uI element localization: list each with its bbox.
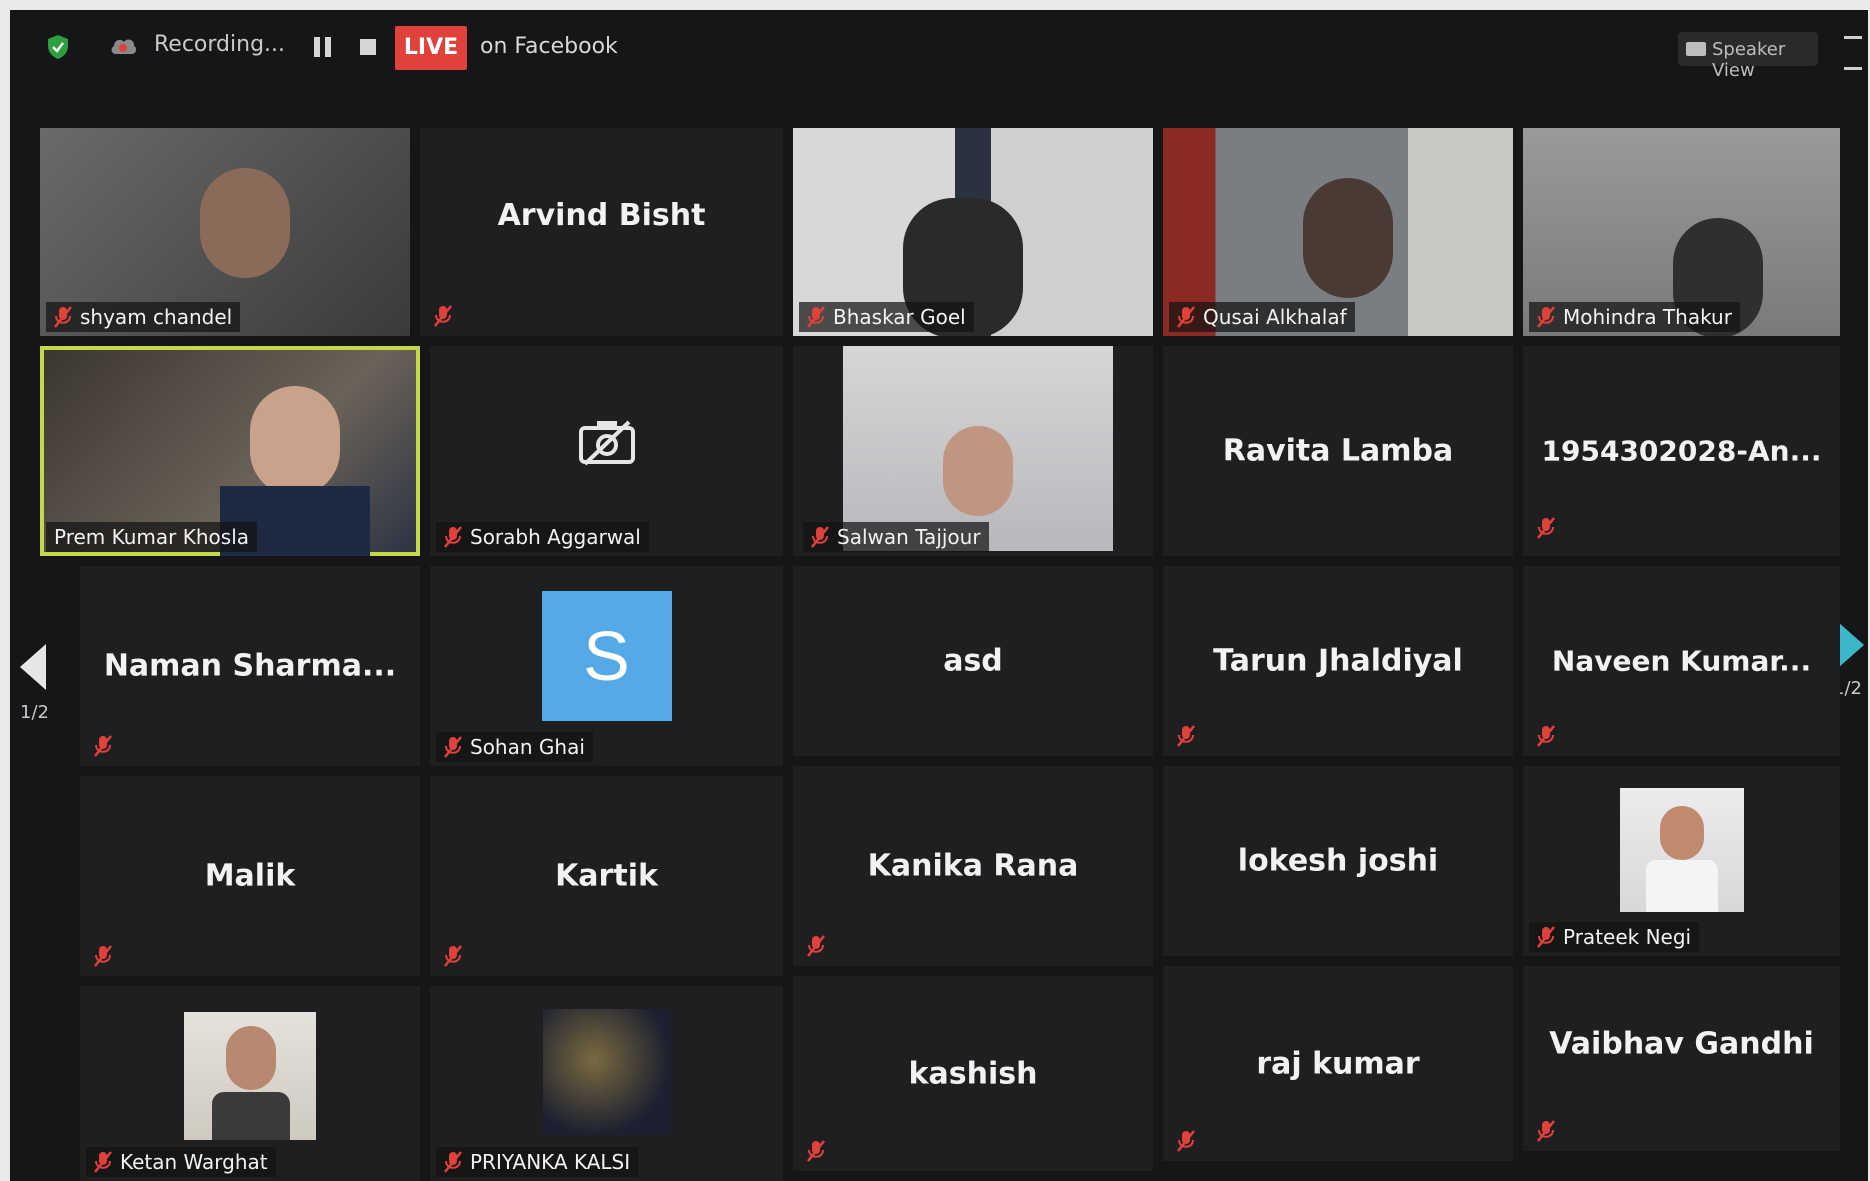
muted-mic-icon — [807, 934, 825, 958]
participant-name-label: Sohan Ghai — [436, 732, 593, 762]
participant-name: Naman Sharma... — [103, 648, 397, 684]
participant-name: Arvind Bisht — [497, 198, 706, 233]
participant-tile[interactable]: Vaibhav Gandhi — [1523, 966, 1840, 1151]
participant-name: 1954302028-An... — [1541, 434, 1822, 468]
participant-name-label: Qusai Alkhalaf — [1169, 302, 1355, 332]
participant-tile[interactable]: Malik — [80, 776, 420, 976]
participant-tile[interactable]: PRIYANKA KALSI — [430, 986, 783, 1181]
participant-tile[interactable]: Naman Sharma... — [80, 566, 420, 766]
muted-mic-icon — [1537, 305, 1555, 329]
participant-tile[interactable]: Arvind Bisht — [420, 128, 783, 336]
participant-tile[interactable]: Bhaskar Goel — [793, 128, 1153, 336]
muted-mic-icon — [444, 1150, 462, 1174]
participant-name-label: Bhaskar Goel — [799, 302, 974, 332]
recording-status: Recording... — [154, 32, 286, 57]
profile-picture — [184, 1011, 316, 1140]
participant-video — [843, 346, 1113, 551]
pause-recording-button[interactable] — [314, 37, 332, 57]
participant-name: raj kumar — [1256, 1046, 1420, 1081]
cloud-recording-icon — [111, 39, 137, 54]
participant-tile[interactable]: Tarun Jhaldiyal — [1163, 566, 1513, 756]
participant-tile[interactable]: Sorabh Aggarwal — [430, 346, 783, 556]
participant-name: lokesh joshi — [1237, 843, 1439, 879]
participant-tile[interactable]: Kanika Rana — [793, 766, 1153, 966]
participant-tile[interactable]: Naveen Kumar... — [1523, 566, 1840, 756]
muted-mic-icon — [807, 1139, 825, 1163]
participant-video — [250, 386, 340, 496]
muted-mic-icon — [444, 525, 462, 549]
live-destination: on Facebook — [480, 34, 618, 59]
participant-name: Kanika Rana — [867, 848, 1079, 884]
participant-name: Naveen Kumar... — [1551, 644, 1812, 678]
participant-name-label: PRIYANKA KALSI — [436, 1147, 639, 1177]
muted-mic-icon — [1537, 724, 1555, 748]
participant-tile[interactable]: shyam chandel — [40, 128, 410, 336]
video-icon — [1686, 42, 1706, 56]
participant-name: kashish — [908, 1056, 1038, 1091]
speaker-view-button[interactable]: Speaker View — [1678, 32, 1818, 81]
participant-name-label: Prem Kumar Khosla — [46, 522, 258, 552]
muted-mic-icon — [444, 944, 462, 968]
participant-name-label: shyam chandel — [46, 302, 241, 332]
muted-mic-icon — [1537, 516, 1555, 540]
stop-recording-button[interactable] — [360, 39, 376, 55]
live-badge[interactable]: LIVE — [395, 26, 467, 70]
gallery-view-grid: shyam chandel Arvind Bisht Bhaskar Goel … — [40, 128, 1840, 1181]
participant-tile-active-speaker[interactable]: Prem Kumar Khosla — [40, 346, 420, 556]
participant-video — [200, 168, 290, 278]
participant-name: Ravita Lamba — [1222, 433, 1454, 469]
muted-mic-icon — [444, 735, 462, 759]
participant-tile[interactable]: lokesh joshi — [1163, 766, 1513, 956]
participant-tile[interactable]: Kartik — [430, 776, 783, 976]
fullscreen-icon[interactable] — [1844, 36, 1862, 70]
participant-video — [1303, 178, 1393, 298]
participant-name-label: Salwan Tajjour — [803, 522, 989, 552]
participant-tile[interactable]: 1954302028-An... — [1523, 346, 1840, 556]
initial-avatar: S — [541, 591, 672, 721]
muted-mic-icon — [1537, 925, 1555, 949]
participant-tile[interactable]: S Sohan Ghai — [430, 566, 783, 766]
muted-mic-icon — [434, 304, 452, 328]
participant-name-label: Prateek Negi — [1529, 922, 1700, 952]
profile-picture — [1619, 787, 1744, 912]
participant-name: Malik — [204, 858, 296, 894]
meeting-top-bar: Recording... LIVE on Facebook Speaker Vi… — [10, 10, 1868, 92]
participant-tile[interactable]: raj kumar — [1163, 966, 1513, 1161]
muted-mic-icon — [1177, 724, 1195, 748]
participant-tile[interactable]: asd — [793, 566, 1153, 756]
participant-name: Kartik — [555, 858, 658, 894]
security-shield-icon[interactable] — [46, 34, 70, 60]
participant-tile[interactable]: Ketan Warghat — [80, 986, 420, 1181]
muted-mic-icon — [94, 734, 112, 758]
muted-mic-icon — [94, 944, 112, 968]
participant-tile[interactable]: Salwan Tajjour — [793, 346, 1153, 556]
participant-tile[interactable]: Mohindra Thakur — [1523, 128, 1840, 336]
muted-mic-icon — [54, 305, 72, 329]
participant-name-label: Mohindra Thakur — [1529, 302, 1740, 332]
participant-name-label: Sorabh Aggarwal — [436, 522, 649, 552]
muted-mic-icon — [811, 525, 829, 549]
muted-mic-icon — [1177, 1129, 1195, 1153]
participant-tile[interactable]: Prateek Negi — [1523, 766, 1840, 956]
participant-tile[interactable]: Qusai Alkhalaf — [1163, 128, 1513, 336]
participant-name: Tarun Jhaldiyal — [1213, 643, 1463, 679]
participant-name: Vaibhav Gandhi — [1549, 1026, 1814, 1062]
participant-tile[interactable]: kashish — [793, 976, 1153, 1171]
muted-mic-icon — [94, 1150, 112, 1174]
camera-off-icon — [578, 420, 635, 465]
participant-name: asd — [943, 643, 1003, 679]
muted-mic-icon — [1537, 1119, 1555, 1143]
participant-name-label: Ketan Warghat — [86, 1147, 276, 1177]
zoom-window: Recording... LIVE on Facebook Speaker Vi… — [10, 10, 1868, 1181]
profile-picture — [542, 1008, 671, 1135]
muted-mic-icon — [807, 305, 825, 329]
participant-tile[interactable]: Ravita Lamba — [1163, 346, 1513, 556]
next-page-arrow-icon[interactable] — [1836, 620, 1866, 670]
muted-mic-icon — [1177, 305, 1195, 329]
